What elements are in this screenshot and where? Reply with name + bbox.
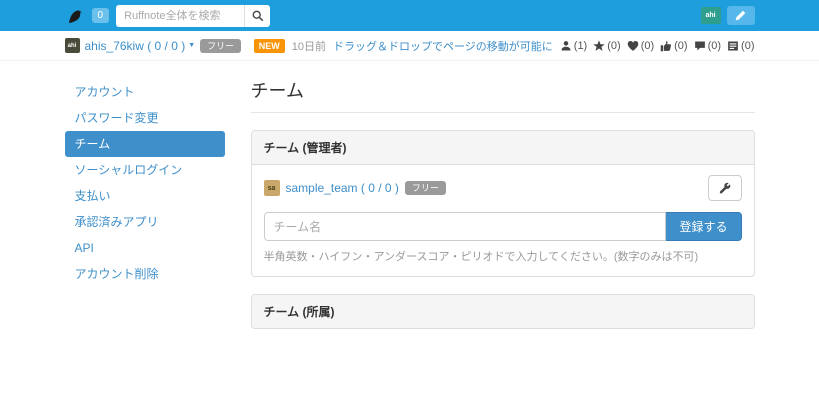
heart-count: (0) (641, 40, 654, 52)
feed-count: (0) (741, 40, 754, 52)
star-icon (593, 40, 605, 52)
sidebar-item-payment[interactable]: 支払い (65, 183, 225, 209)
likes-stat[interactable]: (0) (660, 40, 687, 52)
page-title: チーム (251, 71, 755, 113)
team-admin-panel-header: チーム (管理者) (252, 131, 754, 165)
new-page-button[interactable] (727, 6, 755, 25)
members-stat[interactable]: (1) (560, 40, 587, 52)
plan-badge: フリー (200, 39, 241, 53)
team-admin-panel: チーム (管理者) sa sample_team ( 0 / 0 ) フリー 登… (251, 130, 755, 277)
team-name-help-text: 半角英数・ハイフン・アンダースコア・ピリオドで入力してください。(数字のみは不可… (264, 248, 742, 264)
search-button[interactable] (244, 5, 270, 27)
user-avatar[interactable]: ahi (701, 7, 721, 24)
sidebar-item-password[interactable]: パスワード変更 (65, 105, 225, 131)
team-avatar: sa (264, 180, 280, 196)
team-member-panel: チーム (所属) (251, 294, 755, 329)
topbar: 0 ahi (0, 0, 819, 31)
pencil-icon (735, 10, 746, 21)
user-strip: ahi ahis_76kiw ( 0 / 0 ) ▼ フリー NEW 10日前 … (0, 31, 819, 61)
search-input[interactable] (116, 5, 244, 27)
bird-logo-icon[interactable] (65, 7, 85, 25)
sidebar-item-account[interactable]: アカウント (65, 79, 225, 105)
like-count: (0) (674, 40, 687, 52)
hearts-stat[interactable]: (0) (627, 40, 654, 52)
feed-stat[interactable]: (0) (727, 40, 754, 52)
team-create-form: 登録する (264, 212, 742, 241)
avatar: ahi (65, 38, 80, 53)
team-member-panel-header: チーム (所属) (252, 295, 754, 328)
team-settings-button[interactable] (708, 175, 742, 201)
comments-stat[interactable]: (0) (694, 40, 721, 52)
team-row: sa sample_team ( 0 / 0 ) フリー (264, 175, 742, 201)
news-link[interactable]: ドラッグ＆ドロップでページの移動が可能に (333, 38, 553, 54)
settings-sidebar: アカウント パスワード変更 チーム ソーシャルログイン 支払い 承認済みアプリ … (65, 71, 225, 329)
star-count: (0) (607, 40, 620, 52)
news-date: 10日前 (292, 38, 326, 54)
team-plan-badge: フリー (405, 181, 446, 195)
user-dropdown[interactable]: ahis_76kiw ( 0 / 0 ) ▼ (85, 39, 196, 53)
search-icon (252, 10, 264, 22)
sidebar-item-approved-apps[interactable]: 承認済みアプリ (65, 209, 225, 235)
chevron-down-icon: ▼ (188, 42, 195, 49)
team-name-input[interactable] (264, 212, 667, 241)
new-badge: NEW (254, 39, 285, 53)
sidebar-item-delete-account[interactable]: アカウント削除 (65, 261, 225, 287)
team-link[interactable]: sample_team ( 0 / 0 ) (286, 181, 399, 195)
wrench-icon (719, 182, 731, 194)
username: ahis_76kiw ( 0 / 0 ) (85, 39, 186, 53)
comment-count: (0) (708, 40, 721, 52)
sidebar-item-api[interactable]: API (65, 235, 225, 261)
comment-icon (694, 40, 706, 52)
register-button[interactable]: 登録する (666, 212, 741, 241)
notification-count-badge[interactable]: 0 (92, 8, 110, 23)
thumbs-up-icon (660, 40, 672, 52)
member-count: (1) (574, 40, 587, 52)
sidebar-item-social-login[interactable]: ソーシャルログイン (65, 157, 225, 183)
search-box (116, 5, 270, 27)
heart-icon (627, 40, 639, 52)
sidebar-item-team[interactable]: チーム (65, 131, 225, 157)
member-icon (560, 40, 572, 52)
feed-icon (727, 40, 739, 52)
stars-stat[interactable]: (0) (593, 40, 620, 52)
stats: (1) (0) (0) (560, 40, 755, 52)
